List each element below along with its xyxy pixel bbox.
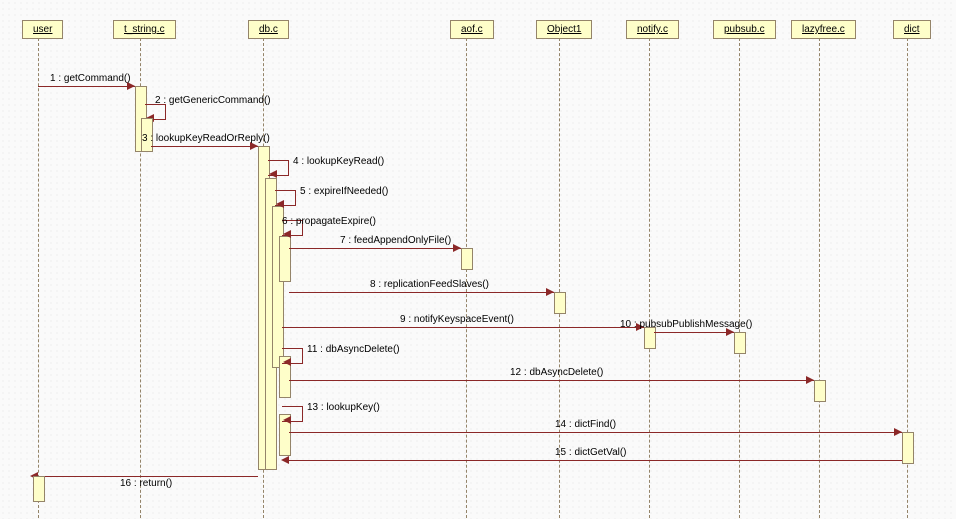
label-m7: 7 : feedAppendOnlyFile() bbox=[340, 235, 451, 246]
label-m5: 5 : expireIfNeeded() bbox=[300, 186, 388, 197]
activation-lazyfree bbox=[814, 380, 826, 402]
label-m2: 2 : getGenericCommand() bbox=[155, 95, 271, 106]
arrowhead-m6 bbox=[283, 230, 291, 238]
participant-lazyfree[interactable]: lazyfree.c bbox=[791, 20, 856, 39]
arrow-m12 bbox=[289, 380, 814, 381]
activation-dict bbox=[902, 432, 914, 464]
lifeline-notify bbox=[649, 38, 650, 518]
arrow-m8 bbox=[289, 292, 554, 293]
lifeline-lazyfree bbox=[819, 38, 820, 518]
arrow-m16 bbox=[38, 476, 258, 477]
activation-pubsub bbox=[734, 332, 746, 354]
lifeline-aof bbox=[466, 38, 467, 518]
arrowhead-m13 bbox=[283, 416, 291, 424]
label-m13: 13 : lookupKey() bbox=[307, 402, 380, 413]
label-m6: 6 : propagateExpire() bbox=[282, 216, 376, 227]
label-m14: 14 : dictFind() bbox=[555, 419, 616, 430]
participant-t-string[interactable]: t_string.c bbox=[113, 20, 176, 39]
participant-user[interactable]: user bbox=[22, 20, 63, 39]
arrowhead-m7 bbox=[453, 244, 461, 252]
label-m10: 10 : pubsubPublishMessage() bbox=[620, 319, 752, 330]
participant-dict[interactable]: dict bbox=[893, 20, 931, 39]
arrowhead-m14 bbox=[894, 428, 902, 436]
arrowhead-m8 bbox=[546, 288, 554, 296]
arrowhead-m4 bbox=[269, 170, 277, 178]
activation-object1 bbox=[554, 292, 566, 314]
participant-pubsub[interactable]: pubsub.c bbox=[713, 20, 776, 39]
lifeline-object1 bbox=[559, 38, 560, 518]
label-m12: 12 : dbAsyncDelete() bbox=[510, 367, 603, 378]
participant-object1[interactable]: Object1 bbox=[536, 20, 592, 39]
arrowhead-m15 bbox=[281, 456, 289, 464]
label-m16: 16 : return() bbox=[120, 478, 172, 489]
arrow-m14 bbox=[289, 432, 902, 433]
label-m4: 4 : lookupKeyRead() bbox=[293, 156, 384, 167]
lifeline-pubsub bbox=[739, 38, 740, 518]
arrowhead-m5 bbox=[276, 200, 284, 208]
arrow-m1 bbox=[38, 86, 135, 87]
label-m9: 9 : notifyKeyspaceEvent() bbox=[400, 314, 514, 325]
arrow-m7 bbox=[289, 248, 461, 249]
label-m1: 1 : getCommand() bbox=[50, 73, 131, 84]
arrow-m15 bbox=[289, 460, 902, 461]
grid-bg bbox=[0, 0, 956, 519]
arrow-m10 bbox=[654, 332, 734, 333]
participant-db[interactable]: db.c bbox=[248, 20, 289, 39]
activation-db-4 bbox=[279, 236, 291, 282]
label-m8: 8 : replicationFeedSlaves() bbox=[370, 279, 489, 290]
activation-aof bbox=[461, 248, 473, 270]
activation-notify bbox=[644, 327, 656, 349]
activation-user bbox=[33, 476, 45, 502]
label-m15: 15 : dictGetVal() bbox=[555, 447, 627, 458]
arrowhead-m12 bbox=[806, 376, 814, 384]
arrow-m9 bbox=[282, 327, 644, 328]
arrowhead-m11 bbox=[283, 358, 291, 366]
label-m3: 3 : lookupKeyReadOrReply() bbox=[142, 133, 270, 144]
participant-notify[interactable]: notify.c bbox=[626, 20, 679, 39]
participant-aof[interactable]: aof.c bbox=[450, 20, 494, 39]
lifeline-user bbox=[38, 38, 39, 518]
label-m11: 11 : dbAsyncDelete() bbox=[307, 344, 400, 355]
arrow-m3 bbox=[151, 146, 258, 147]
